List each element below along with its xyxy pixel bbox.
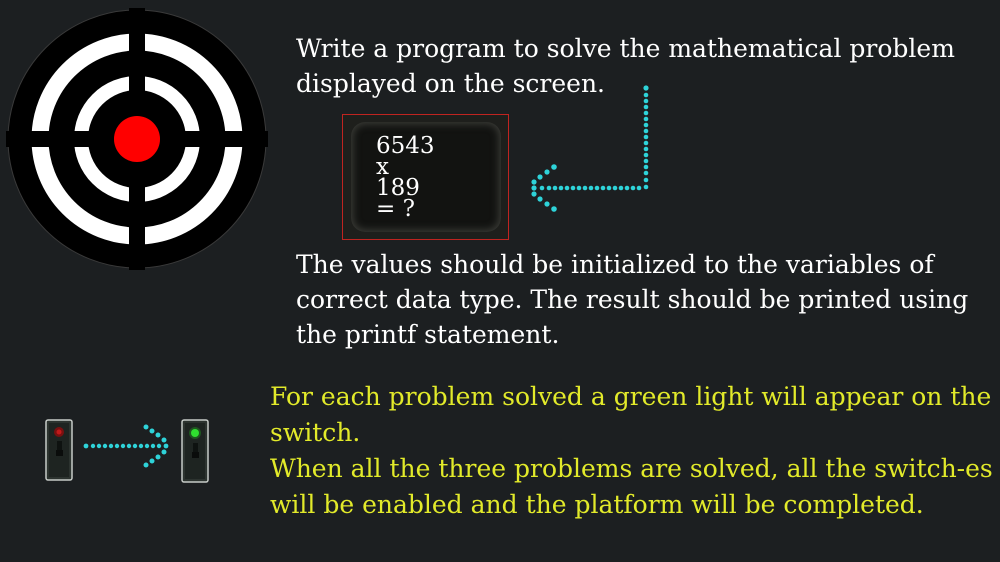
problem-equals: = ? <box>376 196 415 222</box>
details-instruction: The values should be initialized to the … <box>296 250 969 349</box>
problem-text: 6543 x 189 = ? <box>376 135 435 222</box>
bullseye-target-icon <box>6 8 268 270</box>
dotted-arrow-icon <box>531 85 649 212</box>
switch-red-light-icon <box>45 419 73 481</box>
math-problem-board: 6543 x 189 = ? <box>342 114 509 240</box>
green-light-hint: For each problem solved a green light wi… <box>270 382 992 447</box>
switch-arrow-icon <box>83 424 169 468</box>
switch-green-light-icon <box>181 419 209 483</box>
completion-hint: When all the three problems are solved, … <box>270 454 993 519</box>
